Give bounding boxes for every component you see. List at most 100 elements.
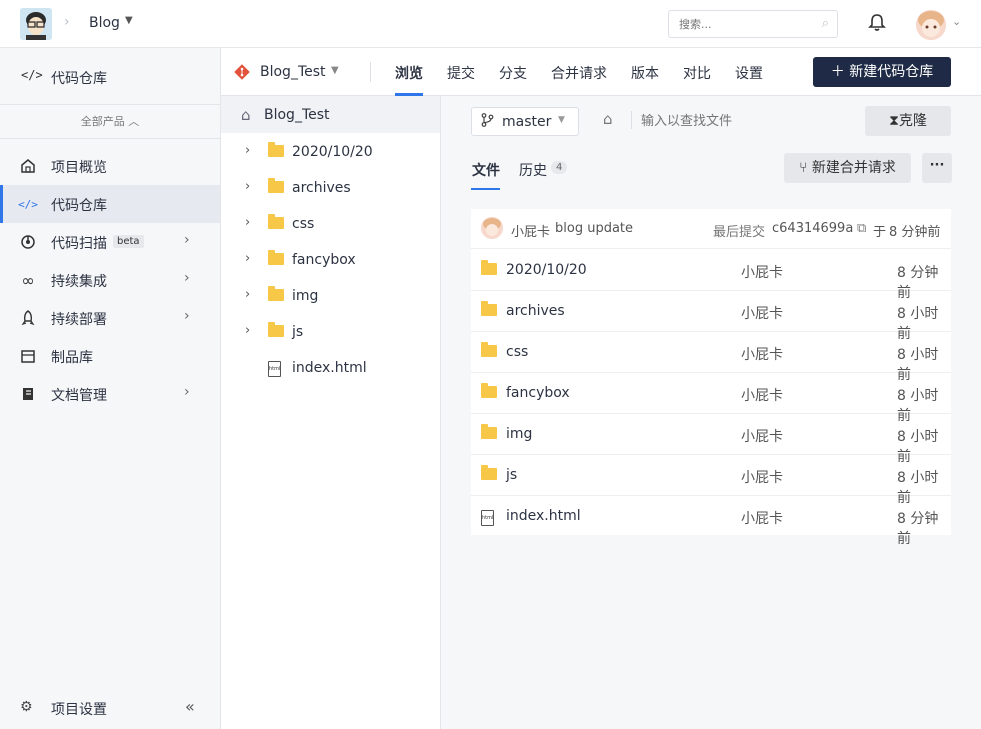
search-icon[interactable]: ⌕ [822, 16, 829, 31]
commit-message[interactable]: blog update [555, 221, 633, 236]
sidebar-item-artifacts[interactable]: 制品库 [0, 337, 220, 375]
bell-icon[interactable] [866, 12, 888, 34]
table-row[interactable]: css 小屁卡 8 小时前 [471, 332, 951, 383]
commit-hash[interactable]: c64314699a [772, 221, 853, 236]
new-merge-request-button[interactable]: ⑂ 新建合并请求 [784, 153, 911, 183]
caret-down-icon[interactable]: ▼ [125, 15, 133, 26]
table-row[interactable]: 2020/10/20 小屁卡 8 分钟前 [471, 250, 951, 301]
chevron-right-icon[interactable]: › [245, 143, 250, 158]
more-actions-button[interactable]: ··· [922, 153, 952, 183]
new-repo-button[interactable]: ＋ 新建代码仓库 [813, 57, 951, 87]
caret-down-icon[interactable]: ▼ [331, 65, 339, 76]
tree-item[interactable]: › archives [221, 170, 440, 206]
copy-icon[interactable]: ⧉ [857, 221, 866, 236]
code-icon: </> [18, 197, 38, 211]
sidebar-item-docs[interactable]: 文档管理 › [0, 375, 220, 413]
document-icon [19, 385, 37, 403]
all-products-toggle[interactable]: 全部产品 ︿ [0, 105, 220, 139]
file-name[interactable]: img [506, 426, 532, 442]
tab-settings[interactable]: 设置 [735, 63, 763, 83]
tab-compare[interactable]: 对比 [683, 63, 711, 83]
chevron-right-icon: › [184, 270, 190, 286]
tree-item[interactable]: html index.html [221, 350, 440, 386]
sidebar-item-ci[interactable]: ∞ 持续集成 › [0, 261, 220, 299]
file-name[interactable]: js [506, 467, 517, 483]
table-row[interactable]: html index.html 小屁卡 8 分钟前 [471, 496, 951, 547]
tab-releases[interactable]: 版本 [631, 63, 659, 83]
file-name[interactable]: 2020/10/20 [506, 262, 587, 278]
tree-item[interactable]: › js [221, 314, 440, 350]
chevron-right-icon[interactable]: › [245, 323, 250, 338]
home-icon[interactable]: ⌂ [603, 110, 613, 128]
tab-browse[interactable]: 浏览 [395, 63, 423, 83]
home-icon [19, 157, 37, 175]
commit-time: 8 分钟前 [889, 225, 941, 240]
folder-icon [481, 465, 497, 484]
chevron-right-icon[interactable]: › [245, 179, 250, 194]
tab-merge-requests[interactable]: 合并请求 [551, 63, 607, 83]
tab-branches[interactable]: 分支 [499, 63, 527, 83]
gear-icon[interactable]: ⚙ [20, 699, 33, 715]
branch-select[interactable]: master ▼ [471, 107, 579, 136]
sidebar-item-label: 代码仓库 [51, 198, 107, 214]
sidebar-item-label: 代码扫描 [51, 236, 107, 252]
home-icon: ⌂ [241, 106, 251, 124]
tree-item[interactable]: › css [221, 206, 440, 242]
sidebar-item-label: 制品库 [51, 350, 93, 366]
avatar[interactable] [481, 217, 503, 239]
top-bar: › Blog ▼ ⌕ ⌄ [0, 0, 981, 48]
chevron-right-icon[interactable]: › [245, 251, 250, 266]
collapse-sidebar-icon[interactable]: « [185, 697, 195, 716]
repo-name[interactable]: Blog_Test [260, 64, 326, 80]
code-icon: </> [21, 68, 43, 82]
chevron-right-icon: › [184, 384, 190, 400]
search-box[interactable]: ⌕ [668, 10, 838, 38]
table-row[interactable]: archives 小屁卡 8 小时前 [471, 291, 951, 342]
sidebar-item-label: 持续部署 [51, 312, 107, 328]
sidebar-item-code-repo[interactable]: </> 代码仓库 [0, 185, 220, 223]
subtab-files[interactable]: 文件 [472, 160, 500, 180]
table-row[interactable]: img 小屁卡 8 小时前 [471, 414, 951, 465]
branch-icon [481, 113, 494, 131]
sidebar-current-product[interactable]: </> 代码仓库 [0, 48, 220, 105]
subtab-history[interactable]: 历史 [519, 160, 547, 180]
sidebar-item-cd[interactable]: 持续部署 › [0, 299, 220, 337]
tree-item[interactable]: › img [221, 278, 440, 314]
table-row[interactable]: js 小屁卡 8 小时前 [471, 455, 951, 506]
project-settings-link[interactable]: 项目设置 [51, 699, 107, 719]
folder-icon [268, 286, 284, 305]
tree-item-label: css [292, 216, 315, 232]
chevron-down-icon[interactable]: ⌄ [952, 15, 961, 28]
sidebar-item-code-scan[interactable]: 代码扫描 beta › [0, 223, 220, 261]
tree-item-label: img [292, 288, 319, 304]
folder-icon [481, 301, 497, 320]
file-name[interactable]: archives [506, 303, 565, 319]
chevron-right-icon[interactable]: › [245, 215, 250, 230]
folder-icon [268, 214, 284, 233]
commit-author[interactable]: 小屁卡 [511, 221, 550, 240]
table-row[interactable]: fancybox 小屁卡 8 小时前 [471, 373, 951, 424]
tree-item-label: archives [292, 180, 351, 196]
chevron-right-icon[interactable]: › [245, 287, 250, 302]
file-name[interactable]: css [506, 344, 528, 360]
tree-item[interactable]: › fancybox [221, 242, 440, 278]
tree-item-label: index.html [292, 360, 367, 376]
sidebar-item-overview[interactable]: 项目概览 [0, 147, 220, 185]
tree-item[interactable]: › 2020/10/20 [221, 134, 440, 170]
tab-commits[interactable]: 提交 [447, 63, 475, 83]
search-input[interactable] [669, 11, 809, 37]
file-name[interactable]: fancybox [506, 385, 570, 401]
repo-header: Blog_Test ▼ 浏览 提交 分支 合并请求 版本 对比 设置 ＋ 新建代… [221, 48, 981, 96]
tree-root[interactable]: ⌂ Blog_Test [221, 96, 440, 133]
user-avatar[interactable] [916, 10, 946, 40]
project-name[interactable]: Blog [89, 15, 120, 31]
file-name[interactable]: index.html [506, 508, 581, 524]
folder-icon [481, 383, 497, 402]
scan-icon [19, 233, 37, 251]
clone-button[interactable]: ⧗克隆 [865, 106, 951, 136]
file-search-input[interactable] [641, 107, 841, 135]
file-time: 8 分钟前 [897, 511, 939, 547]
project-logo[interactable] [20, 8, 52, 40]
file-author: 小屁卡 [741, 388, 783, 404]
sidebar-item-label: 文档管理 [51, 388, 107, 404]
